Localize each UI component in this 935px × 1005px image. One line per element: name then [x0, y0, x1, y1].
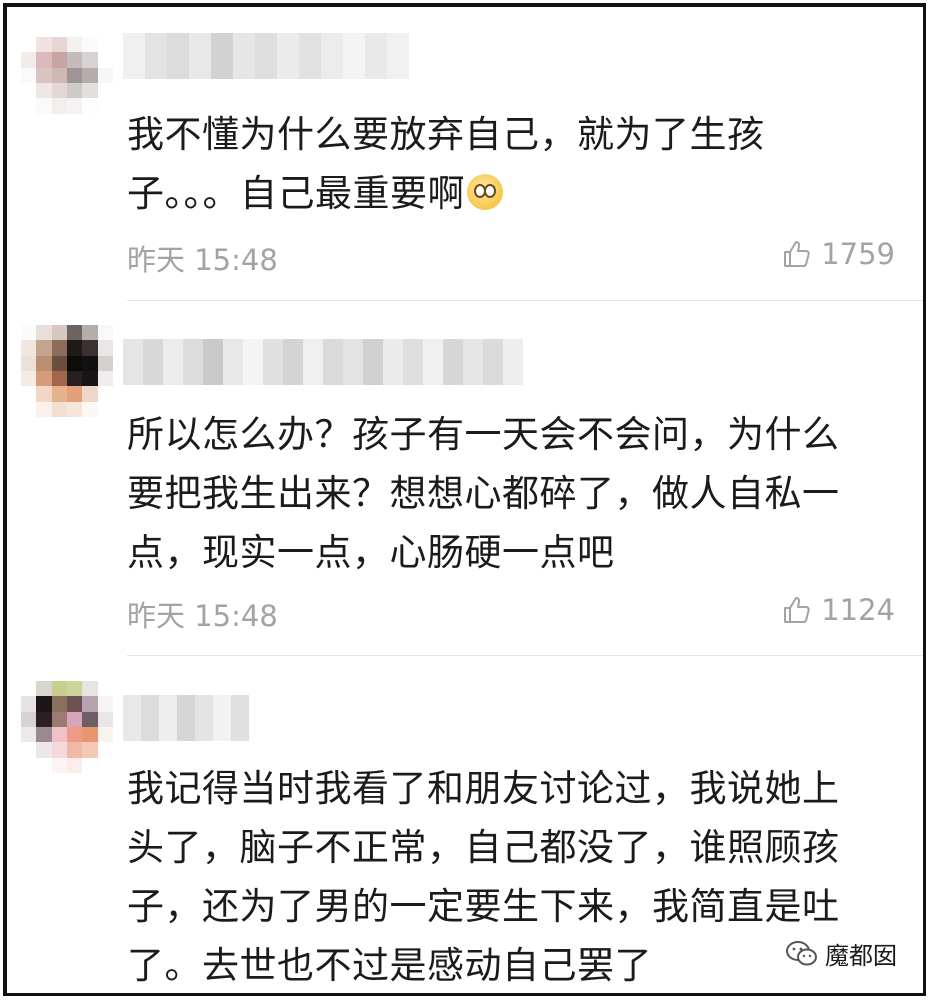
avatar[interactable]: [21, 37, 113, 129]
comment-meta: 昨天 15:48 1759: [127, 237, 895, 277]
comment-line: 要把我生出来？想想心都碎了，做人自私一: [127, 472, 840, 515]
comment-text: 我记得当时我看了和朋友讨论过，我说她上 头了，脑子不正常，自己都没了，谁照顾孩 …: [127, 759, 897, 993]
wechat-icon: [786, 940, 817, 965]
comment-line: 点，现实一点，心肠硬一点吧: [127, 531, 615, 574]
avatar[interactable]: [21, 681, 113, 773]
comment-text: 所以怎么办？孩子有一天会不会问，为什么 要把我生出来？想想心都碎了，做人自私一 …: [127, 405, 897, 582]
face-holding-back-tears-emoji: [467, 174, 503, 210]
divider: [127, 655, 923, 656]
comment-meta: 昨天 15:48 1124: [127, 593, 895, 633]
comment-time: 昨天 15:48: [127, 599, 278, 633]
thumb-up-icon: [784, 597, 810, 623]
comment-time: 昨天 15:48: [127, 243, 278, 277]
like-count: 1124: [821, 593, 895, 627]
comment-line: 我记得当时我看了和朋友讨论过，我说她上: [127, 767, 840, 810]
like-button[interactable]: 1124: [781, 593, 895, 627]
watermark-label: 魔都囡: [825, 942, 897, 970]
like-count: 1759: [821, 237, 895, 271]
watermark: 魔都囡: [785, 936, 897, 971]
avatar[interactable]: [21, 325, 113, 417]
comment-line: 头了，脑子不正常，自己都没了，谁照顾孩: [127, 826, 840, 869]
screenshot-frame: 我不懂为什么要放弃自己，就为了生孩 子。。。自己最重要啊 昨天 15:48 17…: [3, 3, 926, 996]
comment-line: 子。。。自己最重要啊: [127, 172, 465, 215]
like-button[interactable]: 1759: [781, 237, 895, 271]
username-blurred[interactable]: [123, 695, 249, 741]
comment-line: 子，还为了男的一定要生下来，我简直是吐: [127, 885, 840, 928]
comment-line: 所以怎么办？孩子有一天会不会问，为什么: [127, 413, 840, 456]
divider: [127, 300, 923, 301]
comment-line: 了。去世也不过是感动自己罢了: [127, 944, 652, 987]
comment-line: 我不懂为什么要放弃自己，就为了生孩: [127, 113, 765, 156]
comment-text: 我不懂为什么要放弃自己，就为了生孩 子。。。自己最重要啊: [127, 105, 897, 223]
username-blurred[interactable]: [123, 33, 409, 79]
username-blurred[interactable]: [123, 339, 523, 385]
thumb-up-icon: [784, 241, 810, 267]
